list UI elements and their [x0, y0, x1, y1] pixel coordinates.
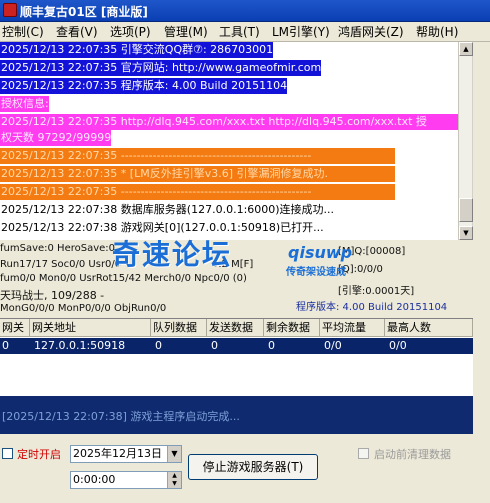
menu-view[interactable]: 查看(V): [56, 24, 98, 40]
status-line: MonG0/0/0 MonP0/0/0 ObjRun0/0: [0, 303, 167, 314]
clear-data-label[interactable]: 启动前清理数据: [374, 446, 451, 462]
status-line: Run17/17 Soc0/0 Usr0/0: [0, 259, 122, 270]
watermark-subtitle: 传奇架设速成: [286, 267, 346, 278]
title-bar[interactable]: 顺丰复古01区 [商业版]: [0, 0, 490, 22]
log-panel[interactable]: 2025/12/13 22:07:35 引擎交流QQ群⑦: 286703001 …: [0, 42, 458, 240]
table-cell: 0: [155, 339, 162, 352]
log-line: 2025/12/13 22:07:35 http://dlq.945.com/x…: [0, 114, 458, 130]
watermark-logo: 奇速论坛: [112, 238, 233, 271]
log-line: 2025/12/13 22:07:35 程序版本: 4.00 Build 201…: [0, 78, 288, 94]
chevron-down-icon[interactable]: ▼: [167, 446, 181, 462]
time-field[interactable]: 0:00:00 ▲ ▼: [70, 471, 182, 489]
table-header[interactable]: 最高人数: [385, 319, 473, 337]
table-cell: 0/0: [324, 339, 342, 352]
log-line: 2025/12/13 22:07:35 * [LM反外挂引擎v3.6] 引擎漏洞…: [0, 166, 395, 182]
table-header[interactable]: 网关: [0, 319, 30, 337]
menu-manage[interactable]: 管理(M): [164, 24, 208, 40]
scroll-up-icon[interactable]: ▲: [459, 42, 473, 56]
table-row[interactable]: 0 127.0.0.1:50918 0 0 0 0/0 0/0: [0, 338, 473, 354]
clear-data-checkbox[interactable]: [358, 448, 369, 459]
menu-control[interactable]: 控制(C): [2, 24, 44, 40]
bottom-controls: 定时开启 2025年12月13日 ▼ 0:00:00 ▲ ▼ 停止游戏服务器(T)…: [0, 434, 473, 503]
gateway-table[interactable]: 网关 网关地址 队列数据 发送数据 剩余数据 平均流量 最高人数 0 127.0…: [0, 318, 473, 396]
date-value: 2025年12月13日: [73, 447, 162, 460]
console-panel: [2025/12/13 22:07:38] 游戏主程序启动完成...: [0, 396, 473, 434]
log-line: 权天数 97292/99999: [0, 130, 112, 146]
timer-label[interactable]: 定时开启: [17, 446, 61, 462]
status-line: fum0/0 Mon0/0 UsrRot15/42 Merch0/0 Npc0/…: [0, 273, 247, 284]
table-header[interactable]: 发送数据: [207, 319, 264, 337]
menu-gateway[interactable]: 鸿盾网关(Z): [338, 24, 404, 40]
scroll-down-icon[interactable]: ▼: [459, 226, 473, 240]
scroll-thumb[interactable]: [459, 198, 473, 222]
table-header[interactable]: 网关地址: [30, 319, 151, 337]
table-header[interactable]: 剩余数据: [264, 319, 320, 337]
log-line: 2025/12/13 22:07:35 官方网站: http://www.gam…: [0, 60, 322, 76]
table-cell: 0: [211, 339, 218, 352]
log-line: 2025/12/13 22:07:38 数据库服务器(127.0.0.1:600…: [1, 203, 335, 216]
version-label: 程序版本: 4.00 Build 20151104: [296, 302, 448, 313]
status-line: fumSave:0 HeroSave:0: [0, 243, 116, 254]
time-value: 0:00:00: [73, 473, 116, 486]
menu-help[interactable]: 帮助(H): [416, 24, 458, 40]
log-scrollbar[interactable]: ▲ ▼: [458, 42, 473, 240]
menu-options[interactable]: 选项(P): [110, 24, 151, 40]
console-text: [2025/12/13 22:07:38] 游戏主程序启动完成...: [2, 410, 240, 423]
right-border: [473, 42, 490, 503]
table-header[interactable]: 队列数据: [151, 319, 207, 337]
window-title: 顺丰复古01区 [商业版]: [20, 5, 148, 19]
log-line: 授权信息:: [0, 96, 49, 112]
watermark-domain: qisuwp: [288, 243, 353, 262]
status-right: [引擎:0.0001天]: [338, 286, 415, 297]
log-line: 2025/12/13 22:07:35 --------------------…: [0, 148, 395, 164]
spin-icon[interactable]: ▲ ▼: [167, 472, 181, 488]
menu-tools[interactable]: 工具(T): [219, 24, 260, 40]
status-line: 天玛战士, 109/288 -: [0, 289, 105, 302]
menu-lm-engine[interactable]: LM引擎(Y): [272, 24, 330, 40]
table-header[interactable]: 平均流量: [320, 319, 385, 337]
log-line: 2025/12/13 22:07:35 --------------------…: [0, 184, 395, 200]
menu-bar: 控制(C) 查看(V) 选项(P) 管理(M) 工具(T) LM引擎(Y) 鸿盾…: [0, 22, 490, 42]
table-cell: 0/0: [389, 339, 407, 352]
table-cell: 0: [2, 339, 9, 352]
app-icon: [3, 3, 17, 17]
log-line: 2025/12/13 22:07:35 引擎交流QQ群⑦: 286703001: [0, 42, 274, 58]
table-cell: 0: [268, 339, 275, 352]
table-cell: 127.0.0.1:50918: [34, 339, 126, 352]
stop-server-button[interactable]: 停止游戏服务器(T): [188, 454, 318, 480]
timer-checkbox[interactable]: [2, 448, 13, 459]
date-picker[interactable]: 2025年12月13日 ▼: [70, 445, 182, 463]
